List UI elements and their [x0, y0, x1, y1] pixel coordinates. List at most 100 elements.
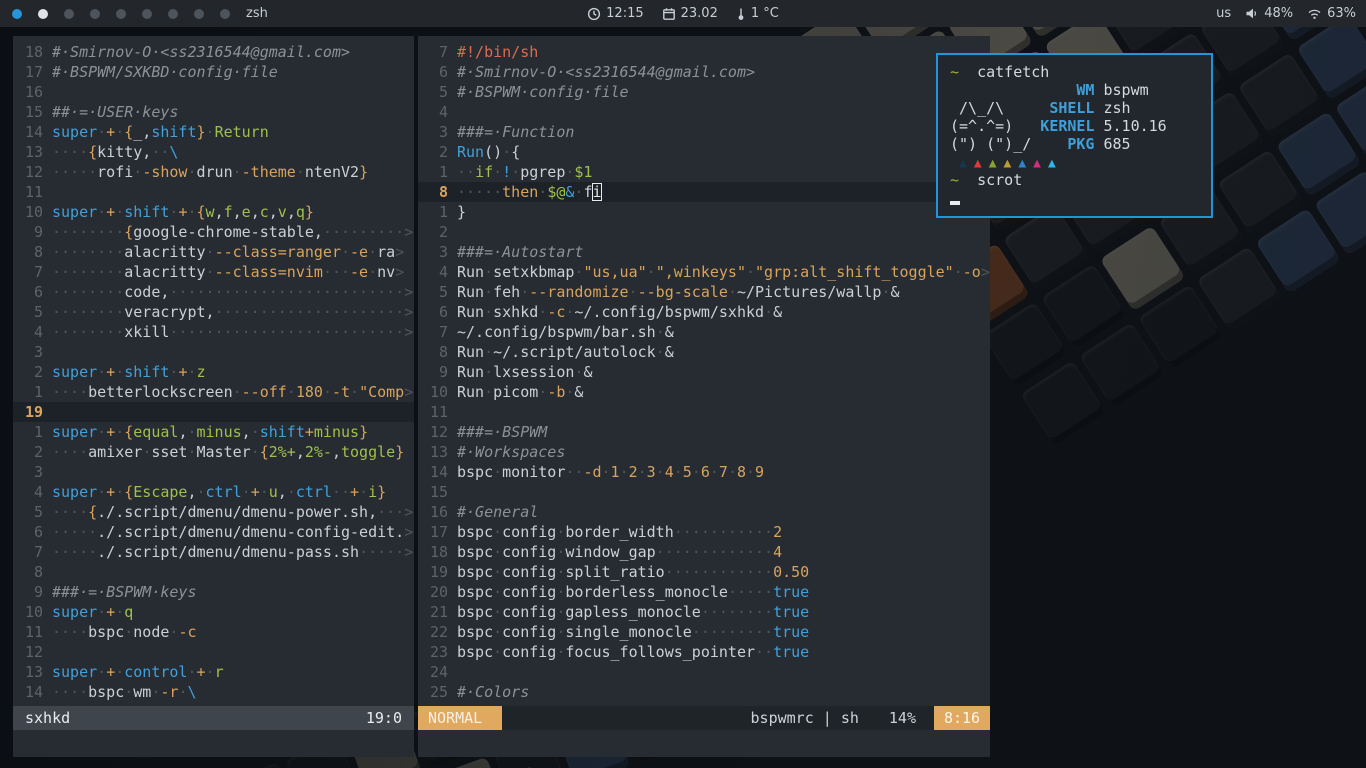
editor-line: 1····betterlockscreen·--off·180·-t·"Comp… — [13, 382, 414, 402]
line-number: 5 — [13, 502, 52, 522]
line-number: 5 — [13, 302, 52, 322]
line-text: #·Colors — [457, 682, 529, 702]
line-number: 7 — [13, 542, 52, 562]
line-number: 6 — [418, 62, 457, 82]
line-number: 8 — [418, 182, 457, 202]
line-text: ###=·Function — [457, 122, 574, 142]
clock-icon — [587, 7, 601, 21]
line-number: 1 — [13, 382, 52, 402]
line-text: bspc·config·gapless_monocle········true — [457, 602, 809, 622]
workspace-dot-empty[interactable] — [64, 9, 74, 19]
line-number: 7 — [13, 262, 52, 282]
editor-line: 8·····then·$@&·fi — [418, 182, 990, 202]
line-text: bspc·monitor··-d·1·2·3·4·5·6·7·8·9 — [457, 462, 764, 482]
right-editor-text-area[interactable]: 7#!/bin/sh6#·Smirnov-O·<ss2316544@gmail.… — [418, 36, 990, 706]
workspace-dot-empty[interactable] — [194, 9, 204, 19]
workspace-dot-empty[interactable] — [142, 9, 152, 19]
clock-module: 12:15 — [587, 6, 643, 21]
line-number: 11 — [418, 402, 457, 422]
fetch-label: WM — [1040, 81, 1094, 99]
workspace-dot-empty[interactable] — [90, 9, 100, 19]
line-text: ········alacritty·--class=nvim···-e·nv> — [52, 262, 404, 282]
line-text: ·····./.script/dmenu/dmenu-config-edit.> — [52, 522, 413, 542]
line-text: ·····rofi·-show·drun·-theme·ntenV2} — [52, 162, 368, 182]
line-number: 10 — [13, 202, 52, 222]
editor-line: 12·····rofi·-show·drun·-theme·ntenV2} — [13, 162, 414, 182]
network-module: 63% — [1307, 6, 1356, 21]
editor-line: 13#·Workspaces — [418, 442, 990, 462]
editor-line: 3 — [13, 342, 414, 362]
line-number: 14 — [418, 462, 457, 482]
workspace-dot-empty[interactable] — [116, 9, 126, 19]
left-editor-text-area[interactable]: 18#·Smirnov-O·<ss2316544@gmail.com>17#·B… — [13, 36, 414, 706]
line-text: bspc·config·window_gap·············4 — [457, 542, 782, 562]
editor-line: 12###=·BSPWM — [418, 422, 990, 442]
line-text: #·Workspaces — [457, 442, 565, 462]
line-number: 8 — [13, 242, 52, 262]
floating-terminal[interactable]: ~ catfetch WM bspwm /\_/\SHELL zsh(=^.^=… — [936, 53, 1213, 218]
line-text: super·+·shift·+·{w,f,e,c,v,q} — [52, 202, 314, 222]
editor-line: 14bspc·monitor··-d·1·2·3·4·5·6·7·8·9 — [418, 462, 990, 482]
editor-line: 5····{./.script/dmenu/dmenu-power.sh,···… — [13, 502, 414, 522]
editor-line: 7~/.config/bspwm/bar.sh·& — [418, 322, 990, 342]
left-command-line — [13, 730, 414, 757]
workspace-dot-focused[interactable] — [12, 9, 22, 19]
line-text: super·+·shift·+·z — [52, 362, 206, 382]
top-status-bar: zsh 12:15 23.02 1 °C us 48% 63% — [0, 0, 1366, 27]
left-editor-window: 18#·Smirnov-O·<ss2316544@gmail.com>17#·B… — [13, 36, 414, 757]
workspace-dot-empty[interactable] — [168, 9, 178, 19]
line-text: ~/.config/bspwm/bar.sh·& — [457, 322, 674, 342]
line-number: 6 — [418, 302, 457, 322]
line-text: ········code,··························> — [52, 282, 413, 302]
workspace-dot-occupied[interactable] — [38, 9, 48, 19]
workspace-dot-empty[interactable] — [220, 9, 230, 19]
line-text: ····bspc·wm·-r·\ — [52, 682, 197, 702]
line-number: 2 — [418, 142, 457, 162]
line-number: 18 — [418, 542, 457, 562]
line-text: ····{kitty,··\ — [52, 142, 178, 162]
line-text: ·····then·$@&·fi — [457, 182, 602, 202]
editor-line: 21bspc·config·gapless_monocle········tru… — [418, 602, 990, 622]
line-number: 2 — [13, 362, 52, 382]
line-number: 10 — [13, 602, 52, 622]
line-text: bspc·config·border_width···········2 — [457, 522, 782, 542]
editor-line: 13····{kitty,··\ — [13, 142, 414, 162]
line-number: 11 — [13, 182, 52, 202]
line-number: 22 — [418, 622, 457, 642]
flag-triangle: ▲ — [959, 156, 967, 171]
date-module: 23.02 — [662, 6, 718, 21]
editor-line: 11 — [13, 182, 414, 202]
line-text: ········xkill··························> — [52, 322, 413, 342]
fetch-value: bspwm — [1094, 81, 1148, 99]
line-number: 3 — [418, 122, 457, 142]
line-text: bspc·config·single_monocle·········true — [457, 622, 809, 642]
line-number: 23 — [418, 642, 457, 662]
line-text: super·+·control·+·r — [52, 662, 224, 682]
line-number: 16 — [13, 82, 52, 102]
speaker-icon — [1245, 7, 1259, 20]
line-text: #!/bin/sh — [457, 42, 538, 62]
line-number: 9 — [13, 582, 52, 602]
line-number: 13 — [418, 442, 457, 462]
editor-line: 14super·+·{_,shift}·Return — [13, 122, 414, 142]
bar-right-modules: us 48% 63% — [1216, 6, 1366, 21]
line-text: ##·=·USER·keys — [52, 102, 178, 122]
right-statusline-file-info: bspwmrc | sh — [751, 709, 859, 727]
line-text: ·····./.script/dmenu/dmenu-pass.sh·····> — [52, 542, 413, 562]
editor-line: 17bspc·config·border_width···········2 — [418, 522, 990, 542]
flag-triangle: ▲ — [989, 156, 997, 171]
editor-line: 16 — [13, 82, 414, 102]
line-number: 18 — [13, 42, 52, 62]
line-number: 1 — [13, 422, 52, 442]
calendar-icon — [662, 7, 676, 21]
flag-triangle: ▲ — [974, 156, 982, 171]
fetch-command: catfetch — [977, 63, 1049, 81]
line-text: ········{google-chrome-stable,·········> — [52, 222, 413, 242]
fetch-value: 5.10.16 — [1094, 117, 1166, 135]
line-number: 2 — [13, 442, 52, 462]
line-number: 7 — [418, 322, 457, 342]
line-number: 11 — [13, 622, 52, 642]
line-number: 19 — [418, 562, 457, 582]
editor-line: 23bspc·config·focus_follows_pointer··tru… — [418, 642, 990, 662]
line-number: 12 — [418, 422, 457, 442]
